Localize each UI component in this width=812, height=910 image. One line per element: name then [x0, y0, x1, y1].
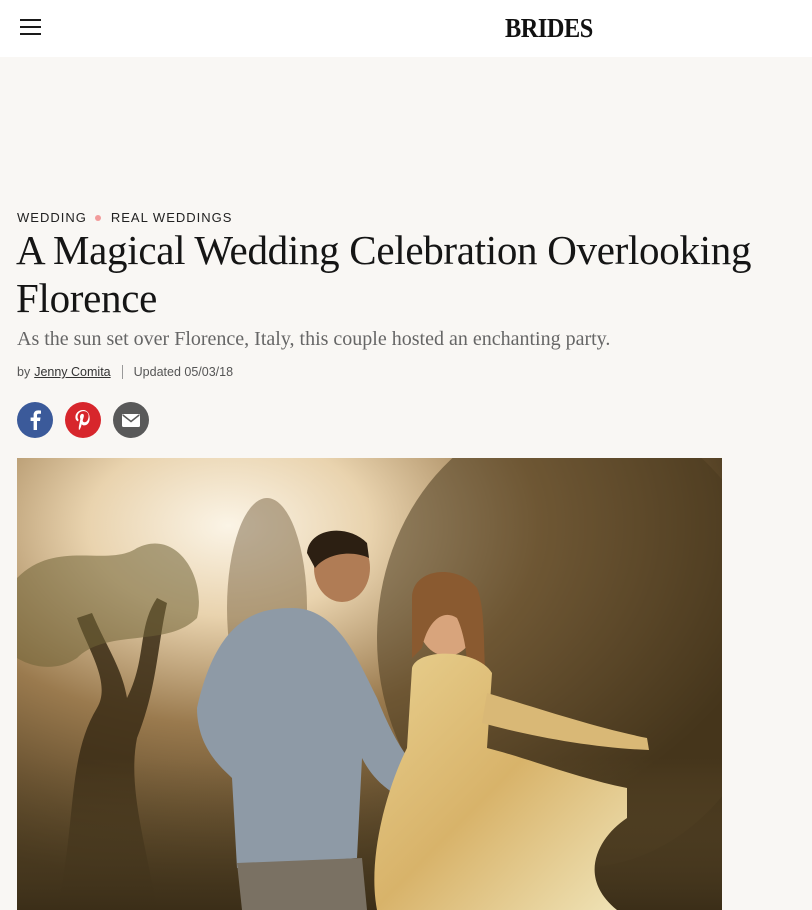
breadcrumb-separator-dot	[94, 214, 101, 221]
email-icon	[122, 413, 140, 427]
article-subtitle: As the sun set over Florence, Italy, thi…	[17, 328, 611, 350]
top-navigation-bar: BRIDES	[0, 0, 812, 57]
article-title: A Magical Wedding Celebration Overlookin…	[16, 227, 752, 321]
breadcrumb-wedding-link[interactable]: WEDDING	[17, 210, 87, 225]
byline-prefix: by	[17, 365, 31, 379]
updated-date: Updated 05/03/18	[133, 365, 234, 379]
breadcrumb: WEDDING REAL WEDDINGS	[17, 210, 232, 225]
author-link[interactable]: Jenny Comita	[34, 365, 110, 379]
email-share-button[interactable]	[113, 402, 149, 438]
couple-dancing-at-sunset-photo	[17, 458, 722, 910]
byline-divider	[121, 365, 123, 379]
brides-logo[interactable]: BRIDES	[505, 13, 593, 44]
facebook-icon	[30, 410, 41, 430]
breadcrumb-real-weddings-link[interactable]: REAL WEDDINGS	[111, 210, 233, 225]
share-buttons	[17, 402, 161, 438]
pinterest-icon	[75, 410, 90, 430]
hero-photo	[17, 458, 722, 910]
article-byline: by Jenny Comita Updated 05/03/18	[17, 365, 233, 379]
hamburger-menu-icon[interactable]	[20, 17, 42, 37]
facebook-share-button[interactable]	[17, 402, 53, 438]
pinterest-share-button[interactable]	[65, 402, 101, 438]
